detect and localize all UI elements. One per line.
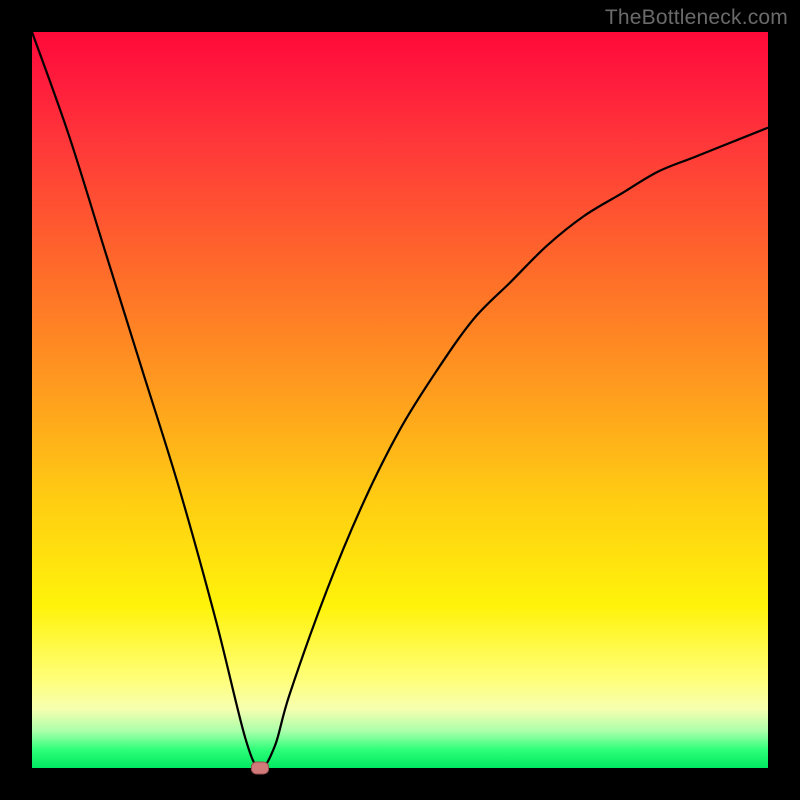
chart-frame: TheBottleneck.com bbox=[0, 0, 800, 800]
curve-svg bbox=[32, 32, 768, 768]
plot-area bbox=[32, 32, 768, 768]
optimal-point-marker bbox=[251, 762, 269, 775]
watermark-text: TheBottleneck.com bbox=[605, 6, 788, 30]
bottleneck-curve bbox=[32, 32, 768, 768]
